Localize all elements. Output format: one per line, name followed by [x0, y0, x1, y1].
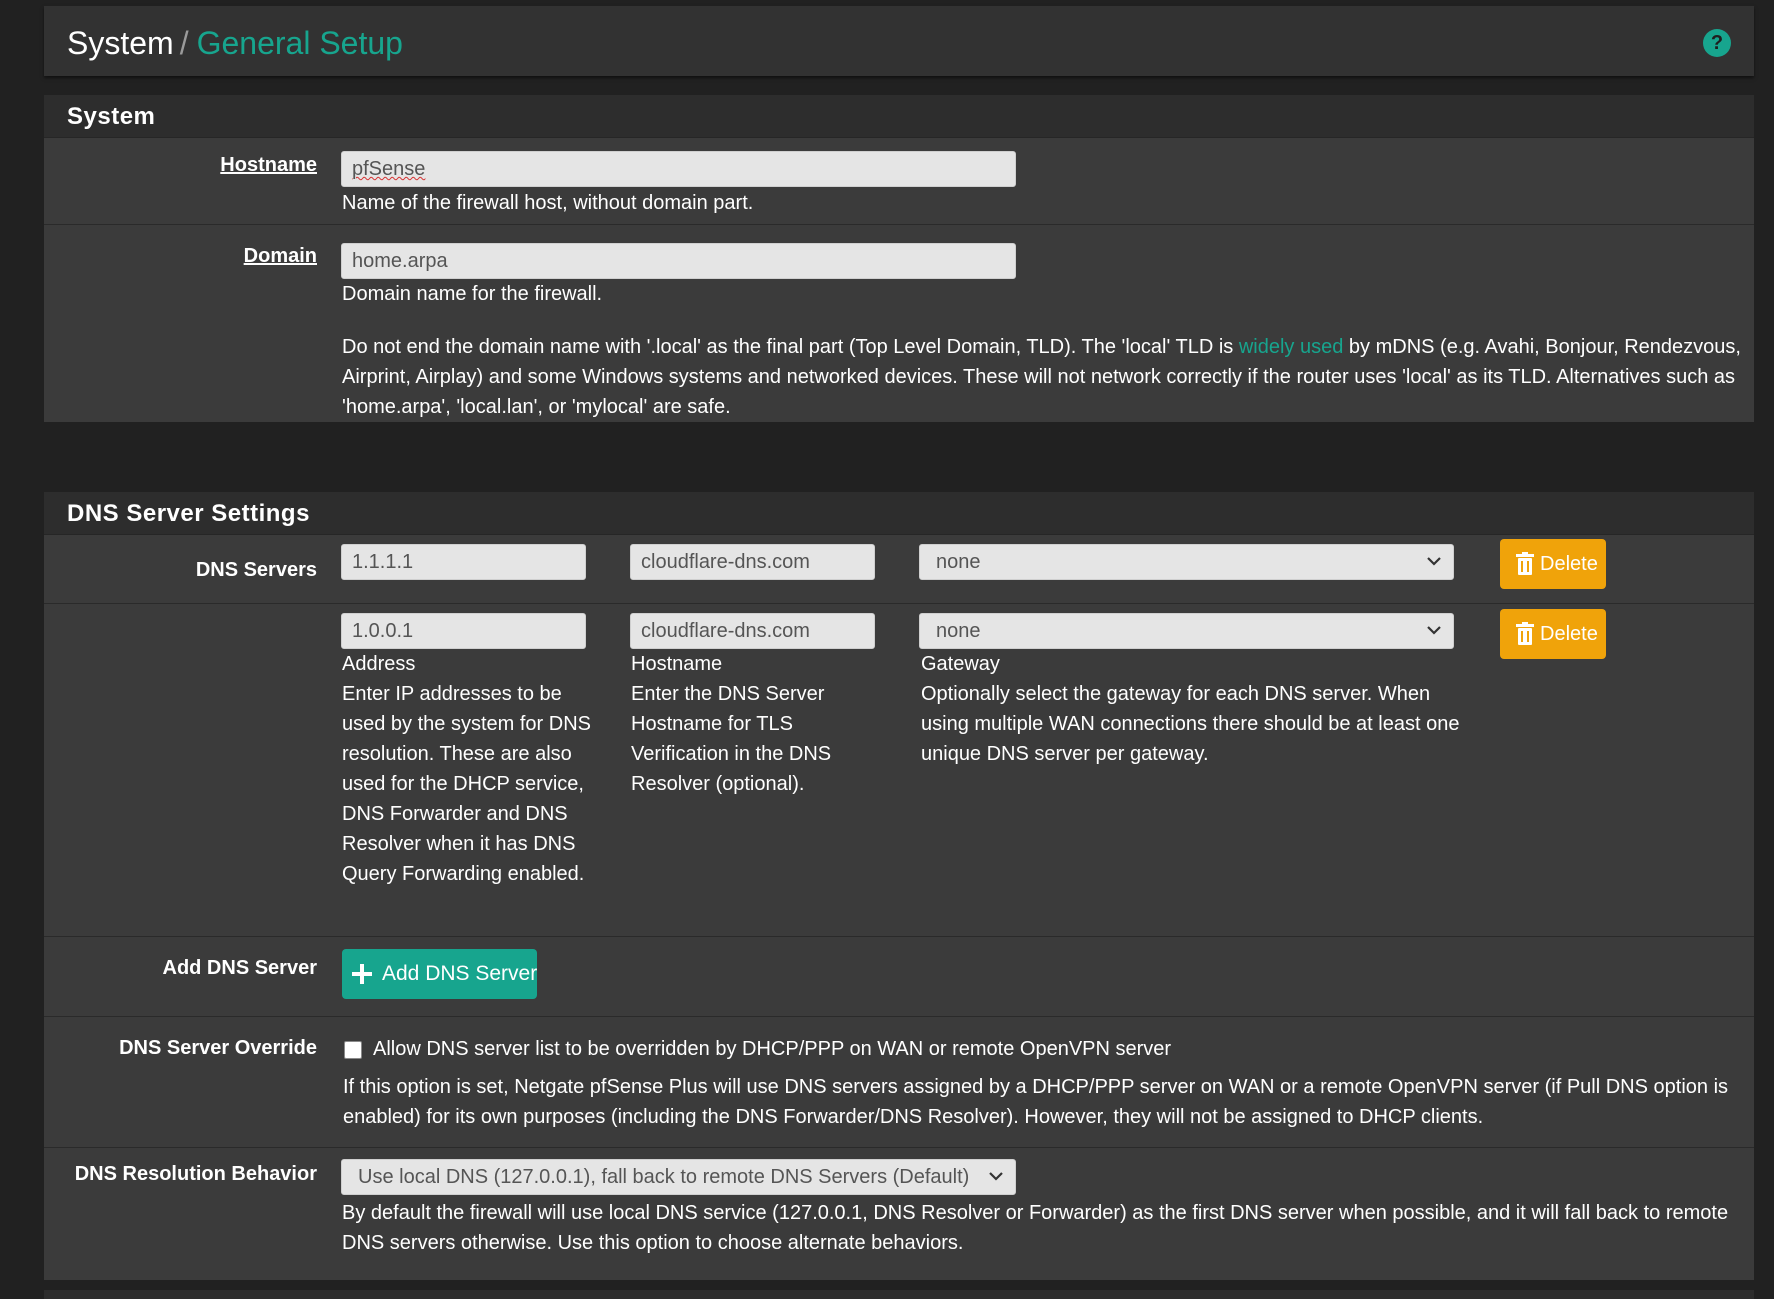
chevron-down-icon: [1427, 557, 1441, 566]
add-dns-server-row: Add DNS Server Add DNS Server: [44, 937, 1754, 1017]
trash-icon: [1516, 622, 1534, 645]
system-panel-title: System: [44, 95, 1754, 138]
dns-gateway-select[interactable]: none: [919, 544, 1454, 580]
trash-icon: [1516, 552, 1534, 575]
dns-override-row: DNS Server Override Allow DNS server lis…: [44, 1017, 1754, 1148]
delete-button[interactable]: Delete: [1500, 539, 1606, 589]
next-panel-edge: [44, 1290, 1754, 1299]
dns-override-checkbox[interactable]: [344, 1041, 362, 1059]
breadcrumb: System / General Setup: [67, 24, 403, 62]
plus-icon: [352, 964, 372, 984]
dns-address-input[interactable]: 1.1.1.1: [341, 544, 586, 580]
gateway-help-title: Gateway: [921, 653, 1000, 675]
dns-servers-label: DNS Servers: [195, 559, 317, 581]
dns-hostname-input[interactable]: cloudflare-dns.com: [630, 544, 875, 580]
dns-address-input[interactable]: 1.0.0.1: [341, 613, 586, 649]
domain-tld-note: Do not end the domain name with '.local'…: [342, 336, 1741, 418]
widely-used-link[interactable]: widely used: [1239, 336, 1344, 358]
hostname-row: Hostname pfSense Name of the firewall ho…: [44, 138, 1754, 225]
system-panel: System Hostname pfSense Name of the fire…: [44, 95, 1754, 422]
add-dns-server-label: Add DNS Server: [162, 957, 318, 979]
domain-help: Domain name for the firewall.: [342, 283, 603, 305]
dns-resolution-row: DNS Resolution Behavior Use local DNS (1…: [44, 1148, 1754, 1280]
dns-panel: DNS Server Settings DNS Servers 1.1.1.1 …: [44, 492, 1754, 1280]
breadcrumb-system[interactable]: System: [67, 25, 174, 61]
dns-gateway-select[interactable]: none: [919, 613, 1454, 649]
dns-hostname-input[interactable]: cloudflare-dns.com: [630, 613, 875, 649]
domain-label[interactable]: Domain: [64, 243, 317, 269]
chevron-down-icon: [1427, 626, 1441, 635]
dns-resolution-select[interactable]: Use local DNS (127.0.0.1), fall back to …: [341, 1159, 1016, 1195]
chevron-down-icon: [989, 1172, 1003, 1181]
dns-resolution-label: DNS Resolution Behavior: [74, 1163, 317, 1185]
dns-resolution-help: By default the firewall will use local D…: [342, 1202, 1729, 1254]
breadcrumb-separator: /: [179, 25, 189, 61]
hostname-help: Name of the firewall host, without domai…: [342, 192, 754, 214]
hostname-input[interactable]: pfSense: [341, 151, 1016, 187]
dns-override-help: If this option is set, Netgate pfSense P…: [343, 1076, 1729, 1128]
help-icon[interactable]: ?: [1703, 29, 1731, 57]
address-help: Enter IP addresses to be used by the sys…: [342, 683, 591, 885]
domain-row: Domain home.arpa Domain name for the fir…: [44, 225, 1754, 422]
hostname-help: Enter the DNS Server Hostname for TLS Ve…: [631, 683, 832, 795]
delete-button[interactable]: Delete: [1500, 609, 1606, 659]
hostname-help-title: Hostname: [631, 653, 723, 675]
add-dns-server-button[interactable]: Add DNS Server: [342, 949, 537, 999]
dns-panel-title: DNS Server Settings: [44, 492, 1754, 535]
dns-override-label: DNS Server Override: [119, 1037, 317, 1059]
dns-server-row: 1.0.0.1 cloudflare-dns.com none Delete A…: [44, 604, 1754, 937]
page-header: System / General Setup ?: [44, 6, 1754, 76]
address-help-title: Address: [342, 653, 416, 675]
hostname-label[interactable]: Hostname: [64, 152, 317, 178]
dns-server-row: DNS Servers 1.1.1.1 cloudflare-dns.com n…: [44, 535, 1754, 604]
gateway-help: Optionally select the gateway for each D…: [921, 683, 1460, 765]
domain-input[interactable]: home.arpa: [341, 243, 1016, 279]
breadcrumb-current[interactable]: General Setup: [197, 25, 403, 61]
dns-override-checkbox-label[interactable]: Allow DNS server list to be overridden b…: [373, 1036, 1171, 1062]
